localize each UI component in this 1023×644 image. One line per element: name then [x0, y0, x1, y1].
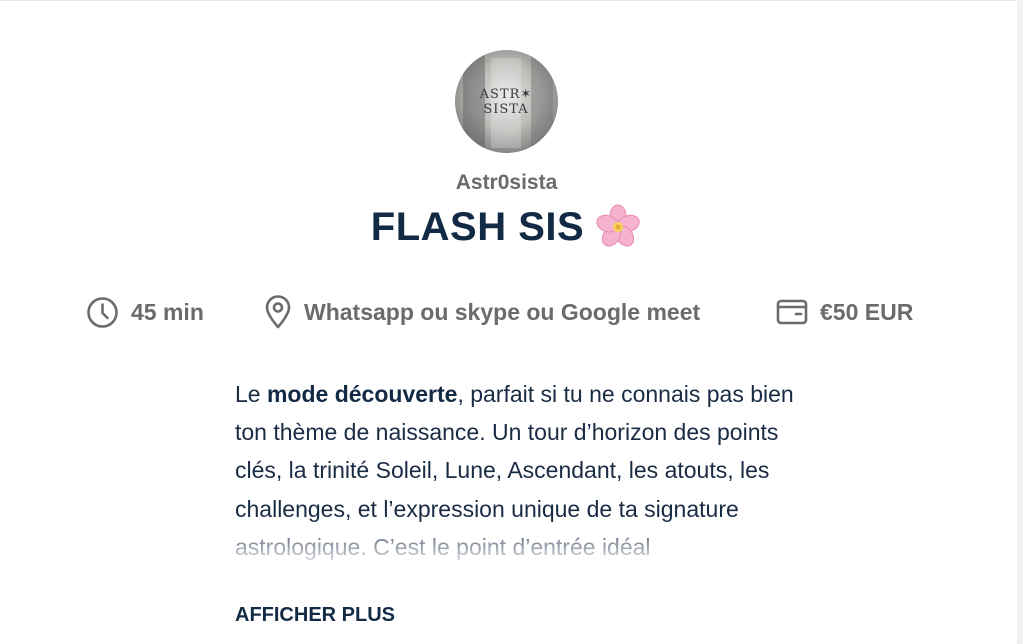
map-pin-icon [265, 295, 291, 329]
booking-card: ASTR✶ SISTA Astr0sista FLASH SIS 45 min … [0, 0, 1017, 644]
location-item: Whatsapp ou skype ou Google meet [264, 292, 700, 332]
duration-text: 45 min [131, 298, 204, 325]
description: Le mode découverte, parfait si tu ne con… [235, 375, 795, 575]
description-suffix: , parfait si tu ne connais pas bien ton … [235, 381, 794, 560]
duration-item: 45 min [86, 292, 204, 332]
location-text: Whatsapp ou skype ou Google meet [304, 298, 701, 325]
service-title: FLASH SIS [370, 204, 585, 249]
price-text: €50 EUR [820, 298, 914, 325]
meta-row: 45 min Whatsapp ou skype ou Google meet … [0, 292, 1013, 332]
cherry-blossom-icon [596, 204, 640, 247]
logo-text: ASTR✶ [479, 87, 533, 102]
show-more-button[interactable]: AFFICHER PLUS [235, 604, 395, 627]
scrollbar[interactable] [1017, 0, 1023, 643]
svg-text:SISTA: SISTA [483, 102, 528, 117]
host-name: Astr0sista [455, 171, 558, 194]
description-bold: mode découverte [266, 381, 458, 407]
wallet-icon [776, 299, 808, 325]
price-item: €50 EUR [776, 292, 913, 332]
description-prefix: Le [235, 381, 267, 407]
avatar: ASTR✶ SISTA [455, 50, 558, 153]
clock-icon [87, 296, 118, 328]
title-row: FLASH SIS [0, 203, 1013, 251]
